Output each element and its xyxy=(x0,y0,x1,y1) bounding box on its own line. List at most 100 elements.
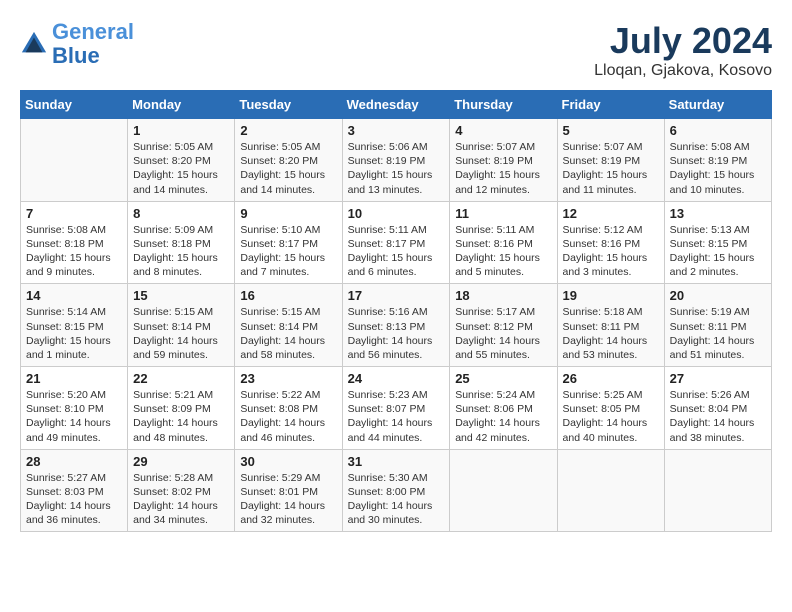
calendar-cell: 14 Sunrise: 5:14 AM Sunset: 8:15 PM Dayli… xyxy=(21,284,128,367)
cell-info: Sunrise: 5:30 AM Sunset: 8:00 PM Dayligh… xyxy=(348,471,445,528)
day-number: 30 xyxy=(240,454,336,469)
calendar-cell: 5Sunrise: 5:07 AM Sunset: 8:19 PM Daylig… xyxy=(557,119,664,202)
day-number: 28 xyxy=(26,454,122,469)
calendar-cell: 28Sunrise: 5:27 AM Sunset: 8:03 PM Dayli… xyxy=(21,449,128,532)
day-number: 3 xyxy=(348,123,445,138)
weekday-header-sunday: Sunday xyxy=(21,91,128,119)
day-number: 21 xyxy=(26,371,122,386)
cell-info: Sunrise: 5:18 AM Sunset: 8:11 PM Dayligh… xyxy=(563,305,659,362)
calendar-cell: 24 Sunrise: 5:23 AM Sunset: 8:07 PM Dayli… xyxy=(342,367,450,450)
cell-info: Sunrise: 5:25 AM Sunset: 8:05 PM Dayligh… xyxy=(563,388,659,445)
weekday-header-row: SundayMondayTuesdayWednesdayThursdayFrid… xyxy=(21,91,772,119)
weekday-header-monday: Monday xyxy=(128,91,235,119)
cell-info: Sunrise: 5:07 AM Sunset: 8:19 PM Dayligh… xyxy=(455,140,551,197)
cell-info: Sunrise: 5:16 AM Sunset: 8:13 PM Dayligh… xyxy=(348,305,445,362)
cell-info: Sunrise: 5:26 AM Sunset: 8:04 PM Dayligh… xyxy=(670,388,766,445)
calendar-cell: 26 Sunrise: 5:25 AM Sunset: 8:05 PM Dayli… xyxy=(557,367,664,450)
day-number: 12 xyxy=(563,206,659,221)
day-number: 19 xyxy=(563,288,659,303)
calendar-cell: 3Sunrise: 5:06 AM Sunset: 8:19 PM Daylig… xyxy=(342,119,450,202)
day-number: 15 xyxy=(133,288,229,303)
calendar-cell: 31Sunrise: 5:30 AM Sunset: 8:00 PM Dayli… xyxy=(342,449,450,532)
page-header: General Blue July 2024 Lloqan, Gjakova, … xyxy=(20,20,772,80)
calendar-cell: 10 Sunrise: 5:11 AM Sunset: 8:17 PM Dayli… xyxy=(342,201,450,284)
day-number: 16 xyxy=(240,288,336,303)
cell-info: Sunrise: 5:09 AM Sunset: 8:18 PM Dayligh… xyxy=(133,223,229,280)
calendar-week-row: 21 Sunrise: 5:20 AM Sunset: 8:10 PM Dayli… xyxy=(21,367,772,450)
logo-icon xyxy=(20,30,48,58)
calendar-week-row: 1 Sunrise: 5:05 AM Sunset: 8:20 PM Daylig… xyxy=(21,119,772,202)
day-number: 17 xyxy=(348,288,445,303)
cell-info: Sunrise: 5:13 AM Sunset: 8:15 PM Dayligh… xyxy=(670,223,766,280)
day-number: 10 xyxy=(348,206,445,221)
cell-info: Sunrise: 5:08 AM Sunset: 8:19 PM Dayligh… xyxy=(670,140,766,197)
cell-info: Sunrise: 5:29 AM Sunset: 8:01 PM Dayligh… xyxy=(240,471,336,528)
calendar-cell: 18Sunrise: 5:17 AM Sunset: 8:12 PM Dayli… xyxy=(450,284,557,367)
calendar-cell: 2 Sunrise: 5:05 AM Sunset: 8:20 PM Daylig… xyxy=(235,119,342,202)
cell-info: Sunrise: 5:08 AM Sunset: 8:18 PM Dayligh… xyxy=(26,223,122,280)
calendar-week-row: 28Sunrise: 5:27 AM Sunset: 8:03 PM Dayli… xyxy=(21,449,772,532)
calendar-cell: 25Sunrise: 5:24 AM Sunset: 8:06 PM Dayli… xyxy=(450,367,557,450)
calendar-cell: 12 Sunrise: 5:12 AM Sunset: 8:16 PM Dayli… xyxy=(557,201,664,284)
cell-info: Sunrise: 5:15 AM Sunset: 8:14 PM Dayligh… xyxy=(133,305,229,362)
calendar-cell: 16 Sunrise: 5:15 AM Sunset: 8:14 PM Dayli… xyxy=(235,284,342,367)
day-number: 14 xyxy=(26,288,122,303)
calendar-week-row: 14 Sunrise: 5:14 AM Sunset: 8:15 PM Dayli… xyxy=(21,284,772,367)
day-number: 20 xyxy=(670,288,766,303)
day-number: 13 xyxy=(670,206,766,221)
day-number: 23 xyxy=(240,371,336,386)
calendar-body: 1 Sunrise: 5:05 AM Sunset: 8:20 PM Daylig… xyxy=(21,119,772,532)
cell-info: Sunrise: 5:20 AM Sunset: 8:10 PM Dayligh… xyxy=(26,388,122,445)
weekday-header-wednesday: Wednesday xyxy=(342,91,450,119)
day-number: 9 xyxy=(240,206,336,221)
calendar-cell: 13 Sunrise: 5:13 AM Sunset: 8:15 PM Dayli… xyxy=(664,201,771,284)
calendar-table: SundayMondayTuesdayWednesdayThursdayFrid… xyxy=(20,90,772,532)
cell-info: Sunrise: 5:11 AM Sunset: 8:17 PM Dayligh… xyxy=(348,223,445,280)
cell-info: Sunrise: 5:19 AM Sunset: 8:11 PM Dayligh… xyxy=(670,305,766,362)
calendar-cell: 29Sunrise: 5:28 AM Sunset: 8:02 PM Dayli… xyxy=(128,449,235,532)
day-number: 2 xyxy=(240,123,336,138)
day-number: 26 xyxy=(563,371,659,386)
day-number: 4 xyxy=(455,123,551,138)
day-number: 22 xyxy=(133,371,229,386)
location: Lloqan, Gjakova, Kosovo xyxy=(594,62,772,80)
day-number: 24 xyxy=(348,371,445,386)
day-number: 6 xyxy=(670,123,766,138)
calendar-cell: 21 Sunrise: 5:20 AM Sunset: 8:10 PM Dayli… xyxy=(21,367,128,450)
cell-info: Sunrise: 5:14 AM Sunset: 8:15 PM Dayligh… xyxy=(26,305,122,362)
logo-text: General Blue xyxy=(52,20,134,68)
cell-info: Sunrise: 5:23 AM Sunset: 8:07 PM Dayligh… xyxy=(348,388,445,445)
cell-info: Sunrise: 5:15 AM Sunset: 8:14 PM Dayligh… xyxy=(240,305,336,362)
day-number: 5 xyxy=(563,123,659,138)
cell-info: Sunrise: 5:21 AM Sunset: 8:09 PM Dayligh… xyxy=(133,388,229,445)
cell-info: Sunrise: 5:11 AM Sunset: 8:16 PM Dayligh… xyxy=(455,223,551,280)
day-number: 8 xyxy=(133,206,229,221)
day-number: 1 xyxy=(133,123,229,138)
day-number: 27 xyxy=(670,371,766,386)
cell-info: Sunrise: 5:05 AM Sunset: 8:20 PM Dayligh… xyxy=(240,140,336,197)
calendar-cell: 9Sunrise: 5:10 AM Sunset: 8:17 PM Daylig… xyxy=(235,201,342,284)
weekday-header-saturday: Saturday xyxy=(664,91,771,119)
cell-info: Sunrise: 5:12 AM Sunset: 8:16 PM Dayligh… xyxy=(563,223,659,280)
weekday-header-thursday: Thursday xyxy=(450,91,557,119)
calendar-cell: 15 Sunrise: 5:15 AM Sunset: 8:14 PM Dayli… xyxy=(128,284,235,367)
month-title: July 2024 xyxy=(594,20,772,62)
calendar-cell: 30 Sunrise: 5:29 AM Sunset: 8:01 PM Dayli… xyxy=(235,449,342,532)
weekday-header-tuesday: Tuesday xyxy=(235,91,342,119)
calendar-cell: 27 Sunrise: 5:26 AM Sunset: 8:04 PM Dayli… xyxy=(664,367,771,450)
logo: General Blue xyxy=(20,20,134,68)
calendar-cell: 23 Sunrise: 5:22 AM Sunset: 8:08 PM Dayli… xyxy=(235,367,342,450)
calendar-cell: 6 Sunrise: 5:08 AM Sunset: 8:19 PM Daylig… xyxy=(664,119,771,202)
calendar-cell: 1 Sunrise: 5:05 AM Sunset: 8:20 PM Daylig… xyxy=(128,119,235,202)
cell-info: Sunrise: 5:05 AM Sunset: 8:20 PM Dayligh… xyxy=(133,140,229,197)
day-number: 11 xyxy=(455,206,551,221)
calendar-cell: 8 Sunrise: 5:09 AM Sunset: 8:18 PM Daylig… xyxy=(128,201,235,284)
calendar-cell: 7Sunrise: 5:08 AM Sunset: 8:18 PM Daylig… xyxy=(21,201,128,284)
calendar-cell: 19 Sunrise: 5:18 AM Sunset: 8:11 PM Dayli… xyxy=(557,284,664,367)
day-number: 25 xyxy=(455,371,551,386)
cell-info: Sunrise: 5:22 AM Sunset: 8:08 PM Dayligh… xyxy=(240,388,336,445)
cell-info: Sunrise: 5:28 AM Sunset: 8:02 PM Dayligh… xyxy=(133,471,229,528)
calendar-cell: 17 Sunrise: 5:16 AM Sunset: 8:13 PM Dayli… xyxy=(342,284,450,367)
title-block: July 2024 Lloqan, Gjakova, Kosovo xyxy=(594,20,772,80)
calendar-cell xyxy=(557,449,664,532)
